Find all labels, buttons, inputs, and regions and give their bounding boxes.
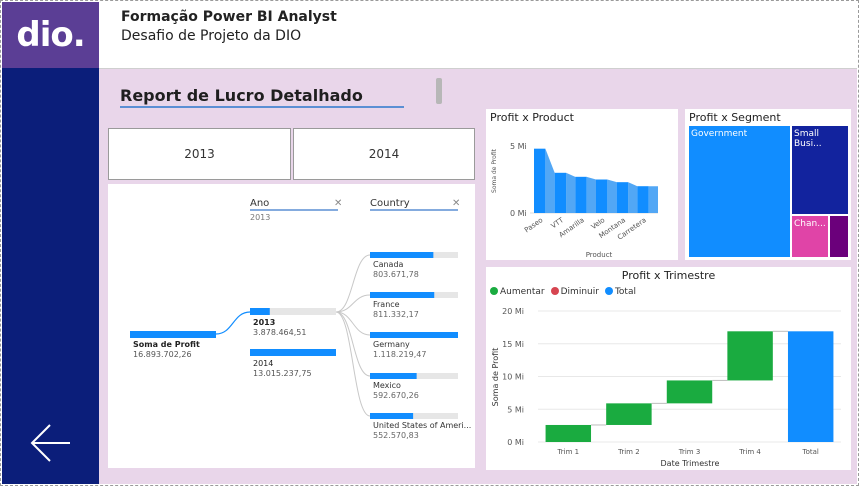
year-value-2013: 3.878.464,51	[253, 328, 306, 337]
treemap-government-label: Government	[691, 129, 748, 139]
treemap-channel[interactable]: Chan...	[792, 216, 828, 257]
year-bar-2014[interactable]	[250, 349, 336, 356]
quarter-ytick-1: 15 Mi	[502, 340, 524, 349]
product-bar-VTT[interactable]	[554, 172, 567, 213]
report-title: Report de Lucro Detalhado	[120, 86, 363, 105]
product-ytick-0: 0 Mi	[510, 209, 527, 218]
product-area-VTT	[566, 172, 576, 213]
treemap-other[interactable]	[830, 216, 848, 257]
quarter-xtick-4: Total	[802, 448, 819, 456]
product-marks	[530, 148, 658, 214]
country-bar-2[interactable]	[370, 332, 458, 338]
year-label-2014: 2014	[253, 359, 273, 368]
product-bar-Velo[interactable]	[596, 179, 608, 214]
country-value-0: 803.671,78	[373, 270, 419, 279]
product-bar-Montana[interactable]	[616, 182, 629, 213]
product-ytick-5: 5 Mi	[510, 142, 527, 151]
product-xtick-Paseo: Paseo	[523, 216, 544, 234]
treemap-channel-label: Chan...	[794, 219, 826, 229]
level-ano-label: Ano	[250, 198, 269, 209]
country-label-0: Canada	[373, 260, 404, 269]
product-bar-Paseo[interactable]	[534, 148, 546, 213]
product-xlabels: Paseo VTTAmarilla VeloMontanaCarretera	[523, 216, 648, 242]
treemap-government[interactable]: Government	[689, 126, 790, 257]
root-bar[interactable]	[130, 331, 216, 338]
decomp-countries: Canada803.671,78 France811.332,17 Germany1…	[370, 252, 471, 440]
arrow-left-icon[interactable]	[30, 422, 72, 464]
country-value-1: 811.332,17	[373, 310, 419, 319]
level-ano-close-icon[interactable]: ✕	[334, 198, 342, 209]
root-value: 16.893.702,26	[133, 350, 192, 359]
product-area-Amarilla	[586, 176, 596, 213]
country-value-3: 592.670,26	[373, 391, 419, 400]
title-underline	[120, 106, 404, 108]
quarter-ytick-0: 20 Mi	[502, 307, 524, 316]
country-label-2: Germany	[373, 340, 410, 349]
link-2013-4	[335, 311, 371, 417]
quarter-marks	[545, 330, 834, 442]
link-root-2013	[215, 311, 251, 335]
country-label-1: France	[373, 300, 400, 309]
country-bar-3[interactable]	[370, 373, 417, 379]
quarter-bar-Trim 4[interactable]	[727, 331, 773, 381]
report-page: dio. Formação Power BI Analyst Desafio d…	[2, 2, 857, 484]
sidebar	[2, 68, 99, 484]
quarter-ytick-2: 10 Mi	[502, 373, 524, 382]
logo-text: dio.	[16, 15, 85, 55]
product-ylabel: Soma de Profit	[491, 148, 498, 193]
quarter-ytick-4: 0 Mi	[507, 438, 524, 447]
header-bar: dio. Formação Power BI Analyst Desafio d…	[2, 2, 857, 69]
product-chart: Soma de Profit 5 Mi 0 Mi Product Paseo VT…	[491, 142, 658, 259]
country-label-3: Mexico	[373, 381, 401, 390]
quarter-xtick-1: Trim 2	[617, 448, 640, 456]
country-value-4: 552.570,83	[373, 431, 419, 440]
segment-chart-panel: Profit x Segment Government Small Busi..…	[685, 109, 851, 260]
quarter-xtick-3: Trim 4	[738, 448, 761, 456]
dio-logo: dio.	[2, 2, 99, 68]
country-bar-0[interactable]	[370, 252, 434, 258]
product-bar-Amarilla[interactable]	[575, 176, 587, 213]
quarter-xlabel: Date Trimestre	[661, 459, 720, 468]
product-area-Velo	[607, 179, 617, 213]
year-value-2014: 13.015.237,75	[253, 369, 312, 378]
segment-chart-title: Profit x Segment	[689, 111, 781, 124]
slicer-2014[interactable]: 2014	[293, 128, 475, 180]
quarter-ylabel: Soma de Profit	[491, 348, 500, 407]
decomp-years: 20133.878.464,51 201413.015.237,75	[250, 308, 336, 378]
decomposition-tree: Ano ✕ 2013 Country ✕ Soma de Profit 16.8…	[108, 184, 475, 468]
country-bar-4[interactable]	[370, 413, 414, 419]
year-label-2013: 2013	[253, 318, 275, 327]
quarter-ytick-3: 5 Mi	[507, 405, 524, 414]
product-chart-panel: Profit x Product Soma de Profit 5 Mi 0 M…	[486, 109, 678, 260]
product-area-Carretera	[648, 186, 658, 213]
country-label-4: United States of Ameri...	[373, 421, 471, 430]
slicer-2013[interactable]: 2013	[108, 128, 291, 180]
product-bar-Carretera[interactable]	[637, 186, 649, 213]
quarter-xtick-0: Trim 1	[557, 448, 580, 456]
header-title: Formação Power BI Analyst	[121, 9, 337, 25]
product-xlabel: Product	[586, 251, 613, 259]
header-subtitle: Desafio de Projeto da DIO	[121, 28, 302, 44]
level-country-label: Country	[370, 198, 410, 209]
root-label: Soma de Profit	[133, 340, 200, 349]
quarter-bar-Total[interactable]	[787, 331, 834, 442]
country-value-2: 1.118.219,47	[373, 350, 426, 359]
quarter-xlabels: Trim 1 Trim 2 Trim 3 Trim 4 Total	[557, 448, 819, 456]
quarter-bar-Trim 2[interactable]	[606, 403, 652, 425]
product-area-Montana	[628, 182, 638, 213]
year-bar-2013[interactable]	[250, 308, 270, 315]
quarter-xtick-2: Trim 3	[678, 448, 701, 456]
treemap-small-business[interactable]: Small Busi...	[792, 126, 848, 214]
quarter-bar-Trim 1[interactable]	[545, 424, 592, 442]
treemap-small-business-label: Small Busi...	[794, 129, 822, 149]
country-bar-1[interactable]	[370, 292, 435, 298]
quarter-chart-panel: Profit x Trimestre Aumentar Diminuir Tot…	[486, 267, 851, 470]
level-ano-filter: 2013	[250, 213, 270, 222]
quarter-bar-Trim 3[interactable]	[666, 380, 713, 404]
level-country-close-icon[interactable]: ✕	[452, 198, 460, 209]
decomp-svg: Ano ✕ 2013 Country ✕ Soma de Profit 16.8…	[130, 198, 471, 440]
product-area-Paseo	[545, 148, 555, 213]
scroll-handle[interactable]	[436, 78, 442, 104]
quarter-chart: Soma de Profit Date Trimestre 20 Mi 15 Mi…	[491, 307, 841, 468]
